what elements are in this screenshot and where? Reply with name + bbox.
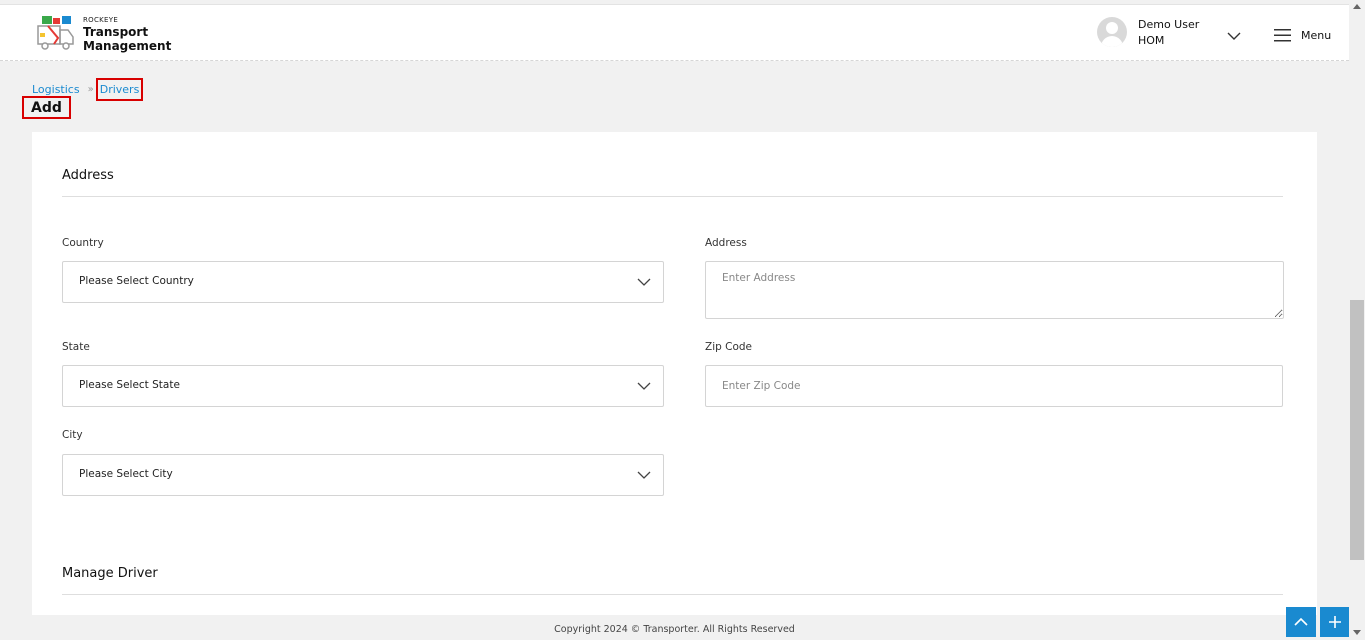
scroll-down-arrow-icon[interactable]	[1353, 630, 1361, 636]
state-label: State	[62, 341, 90, 353]
manage-driver-section-title: Manage Driver	[62, 566, 158, 581]
chevron-up-icon	[1294, 617, 1308, 626]
chevron-down-icon	[637, 382, 651, 390]
address-field[interactable]	[705, 261, 1284, 319]
double-chevron-right-icon: »	[87, 84, 94, 95]
user-name[interactable]: Demo User	[1138, 18, 1199, 31]
section-divider	[62, 594, 1283, 595]
section-divider	[62, 196, 1283, 197]
chevron-down-icon[interactable]	[1226, 27, 1242, 40]
address-section-title: Address	[62, 168, 114, 183]
truck-logo-icon[interactable]	[36, 16, 74, 52]
scrollbar-thumb[interactable]	[1350, 300, 1364, 560]
form-card: Address Country Please Select Country Ad…	[32, 132, 1317, 615]
user-org[interactable]: HOM	[1138, 34, 1164, 47]
breadcrumb-item-logistics[interactable]: Logistics	[32, 83, 80, 96]
top-header: ROCKEYE Transport Management Demo User H…	[0, 4, 1349, 61]
brand-title-line1: Transport	[83, 25, 149, 39]
scroll-to-top-button[interactable]	[1286, 607, 1316, 637]
add-button[interactable]	[1320, 607, 1350, 637]
chevron-down-icon	[637, 278, 651, 286]
address-label: Address	[705, 237, 747, 249]
user-avatar-icon[interactable]	[1097, 17, 1127, 47]
city-select[interactable]: Please Select City	[62, 454, 664, 496]
menu-button[interactable]: Menu	[1274, 25, 1331, 45]
state-select[interactable]: Please Select State	[62, 365, 664, 407]
footer-copyright: Copyright 2024 © Transporter. All Rights…	[554, 624, 795, 635]
hamburger-menu-icon	[1274, 28, 1291, 41]
page-scrollbar[interactable]	[1349, 0, 1365, 640]
country-label: Country	[62, 237, 104, 249]
zip-code-field[interactable]	[705, 365, 1283, 407]
menu-label: Menu	[1301, 28, 1332, 42]
scroll-up-arrow-icon[interactable]	[1353, 3, 1361, 9]
city-label: City	[62, 429, 83, 441]
brand-title-line2: Management	[83, 39, 172, 53]
chevron-down-icon	[637, 471, 651, 479]
brand-subtitle: ROCKEYE	[83, 16, 119, 24]
country-select[interactable]: Please Select Country	[62, 261, 664, 303]
city-select-value: Please Select City	[79, 468, 173, 480]
brand-title: Transport Management	[83, 25, 193, 53]
zip-code-label: Zip Code	[705, 341, 752, 353]
plus-icon	[1329, 616, 1341, 628]
breadcrumb-item-drivers[interactable]: Drivers	[95, 78, 144, 101]
page-title: Add	[22, 96, 71, 119]
state-select-value: Please Select State	[79, 379, 180, 391]
country-select-value: Please Select Country	[79, 275, 194, 287]
